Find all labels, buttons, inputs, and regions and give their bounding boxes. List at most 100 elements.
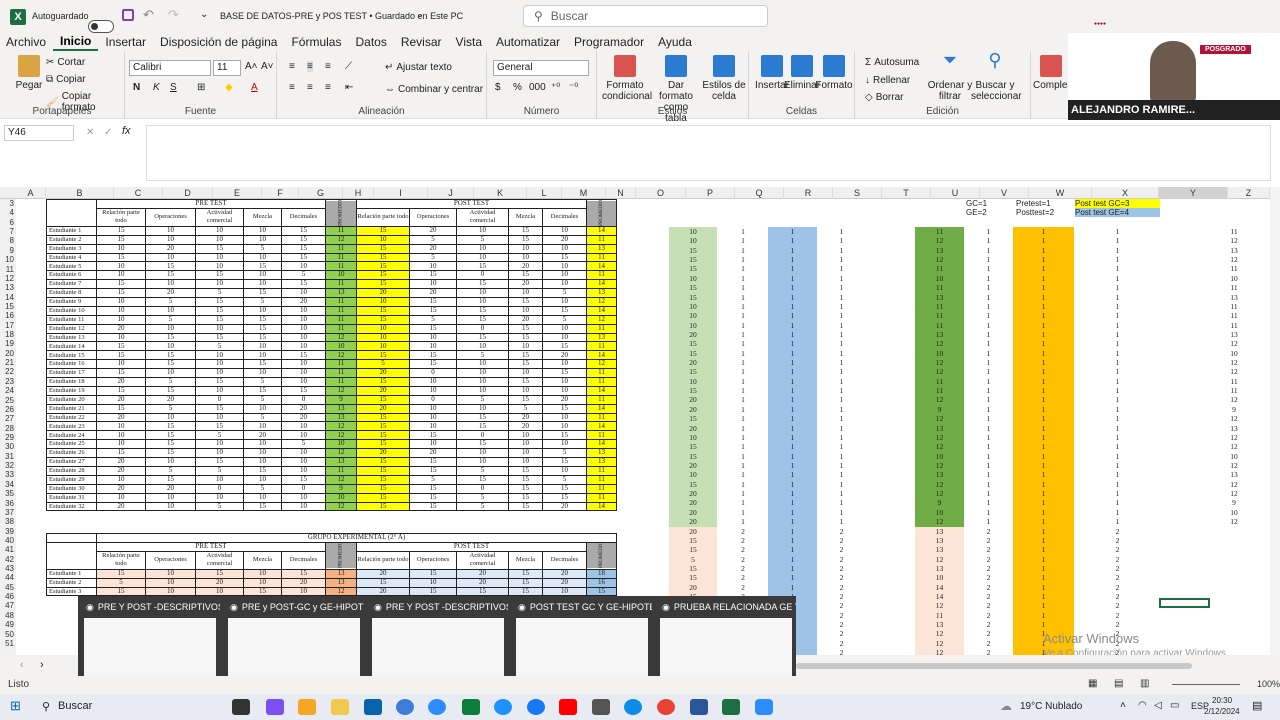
cell[interactable]: 2 xyxy=(1076,620,1159,629)
cell[interactable]: 12 xyxy=(915,339,964,348)
cell[interactable]: 1 xyxy=(1076,517,1159,526)
cell[interactable]: 1 xyxy=(964,480,1013,489)
cell[interactable]: 1 xyxy=(1076,508,1159,517)
cell[interactable]: 12 xyxy=(1212,367,1256,376)
post-score[interactable]: 15 xyxy=(356,225,410,236)
post-score[interactable]: 20 xyxy=(542,394,587,405)
bold-button[interactable]: N xyxy=(133,82,140,93)
cell[interactable]: 1 xyxy=(1013,236,1074,245)
cell[interactable]: 1 xyxy=(817,358,866,367)
pre-score[interactable]: 15 xyxy=(281,225,326,236)
cell[interactable]: 2 xyxy=(964,555,1013,564)
cell[interactable]: 1 xyxy=(1013,480,1074,489)
row-header[interactable]: 7 xyxy=(0,227,16,236)
student-name[interactable]: Estudiante 11 xyxy=(46,314,97,325)
pre-score[interactable]: 10 xyxy=(145,586,196,597)
cell[interactable]: 1 xyxy=(1013,377,1074,386)
row-header[interactable]: 43 xyxy=(0,564,16,573)
page-layout-icon[interactable]: ▤ xyxy=(1114,678,1123,689)
clock-date[interactable]: 2/12/2024 xyxy=(1204,707,1240,716)
pre-score[interactable]: 15 xyxy=(243,323,282,334)
cell[interactable]: 10 xyxy=(669,311,717,320)
post-score[interactable]: 10 xyxy=(409,385,457,396)
post-score[interactable]: 15 xyxy=(356,492,410,503)
format-cells-button[interactable]: Formato xyxy=(811,55,857,91)
pre-score[interactable]: 15 xyxy=(243,332,282,343)
redo-icon[interactable]: ↷ xyxy=(168,7,179,23)
cell[interactable]: 1 xyxy=(964,367,1013,376)
cell[interactable]: 1 xyxy=(1013,405,1074,414)
post-average[interactable]: 11 xyxy=(586,323,617,334)
post-average[interactable]: 11 xyxy=(586,394,617,405)
column-header-q[interactable]: Q xyxy=(735,187,784,199)
cell[interactable]: 15 xyxy=(669,386,717,395)
cell[interactable]: 2 xyxy=(964,639,1013,648)
cell[interactable]: 13 xyxy=(1212,293,1256,302)
post-score[interactable]: 5 xyxy=(456,465,509,476)
pre-score[interactable]: 5 xyxy=(243,483,282,494)
cell[interactable]: 12 xyxy=(915,517,964,526)
post-score[interactable]: 10 xyxy=(542,225,587,236)
post-score[interactable]: 5 xyxy=(542,474,587,485)
cell[interactable]: 2 xyxy=(817,611,866,620)
cell[interactable]: 1 xyxy=(817,246,866,255)
post-score[interactable]: 15 xyxy=(508,568,543,579)
cell[interactable]: 2 xyxy=(1076,545,1159,554)
cell[interactable]: 1 xyxy=(719,498,767,507)
cell[interactable]: 1 xyxy=(964,349,1013,358)
post-score[interactable]: 15 xyxy=(356,305,410,316)
cell[interactable]: 12 xyxy=(1212,339,1256,348)
tab-ayuda[interactable]: Ayuda xyxy=(651,35,699,49)
cell[interactable]: 1 xyxy=(1013,227,1074,236)
cell[interactable]: 1 xyxy=(1076,246,1159,255)
student-name[interactable]: Estudiante 3 xyxy=(46,586,97,597)
post-score[interactable]: 10 xyxy=(456,385,509,396)
post-score[interactable]: 10 xyxy=(409,412,457,423)
row-header[interactable]: 21 xyxy=(0,358,16,367)
pre-score[interactable]: 10 xyxy=(281,332,326,343)
cell[interactable]: 15 xyxy=(669,545,717,554)
cell[interactable]: 1 xyxy=(768,377,817,386)
pre-score[interactable]: 15 xyxy=(96,225,146,236)
row-header[interactable]: 38 xyxy=(0,517,16,526)
cell[interactable]: 13 xyxy=(915,293,964,302)
cell[interactable]: 1 xyxy=(964,461,1013,470)
cell[interactable]: 1 xyxy=(1013,517,1074,526)
pre-average[interactable]: 13 xyxy=(325,568,357,579)
cell[interactable]: 1 xyxy=(1013,601,1074,610)
pre-score[interactable]: 10 xyxy=(195,252,244,263)
student-name[interactable]: Estudiante 25 xyxy=(46,439,97,450)
cell[interactable]: 1 xyxy=(964,311,1013,320)
cell[interactable]: 2 xyxy=(1076,601,1159,610)
pre-score[interactable]: 10 xyxy=(243,403,282,414)
cell[interactable]: 1 xyxy=(768,227,817,236)
cell[interactable]: 1 xyxy=(964,424,1013,433)
post-score[interactable]: 20 xyxy=(542,501,587,512)
cell[interactable]: 1 xyxy=(768,311,817,320)
cell[interactable]: 1 xyxy=(964,255,1013,264)
pre-score[interactable]: 10 xyxy=(145,577,196,588)
row-header[interactable]: 16 xyxy=(0,311,16,320)
cell[interactable]: 1 xyxy=(964,405,1013,414)
align-center-icon[interactable]: ≡ xyxy=(307,82,313,93)
cell[interactable]: 1 xyxy=(768,564,817,573)
tray-chevron-icon[interactable]: ˄ xyxy=(1120,700,1126,711)
cell[interactable]: 1 xyxy=(964,386,1013,395)
font-name-select[interactable]: Calibri xyxy=(129,60,211,76)
apps-icon[interactable] xyxy=(462,699,480,715)
pre-score[interactable]: 10 xyxy=(195,225,244,236)
pre-score[interactable]: 10 xyxy=(195,234,244,245)
cell[interactable]: 20 xyxy=(669,330,717,339)
cell[interactable]: 1 xyxy=(1076,321,1159,330)
cell[interactable]: 10 xyxy=(669,236,717,245)
cell[interactable]: 20 xyxy=(669,461,717,470)
cell[interactable]: 2 xyxy=(1076,527,1159,536)
post-score[interactable]: 5 xyxy=(508,403,543,414)
store-icon[interactable] xyxy=(298,699,316,715)
cell[interactable]: 1 xyxy=(1076,489,1159,498)
cell[interactable]: 15 xyxy=(669,536,717,545)
pre-score[interactable]: 10 xyxy=(145,234,196,245)
student-name[interactable]: Estudiante 29 xyxy=(46,474,97,485)
cell[interactable]: 1 xyxy=(817,452,866,461)
cell[interactable]: 13 xyxy=(915,536,964,545)
